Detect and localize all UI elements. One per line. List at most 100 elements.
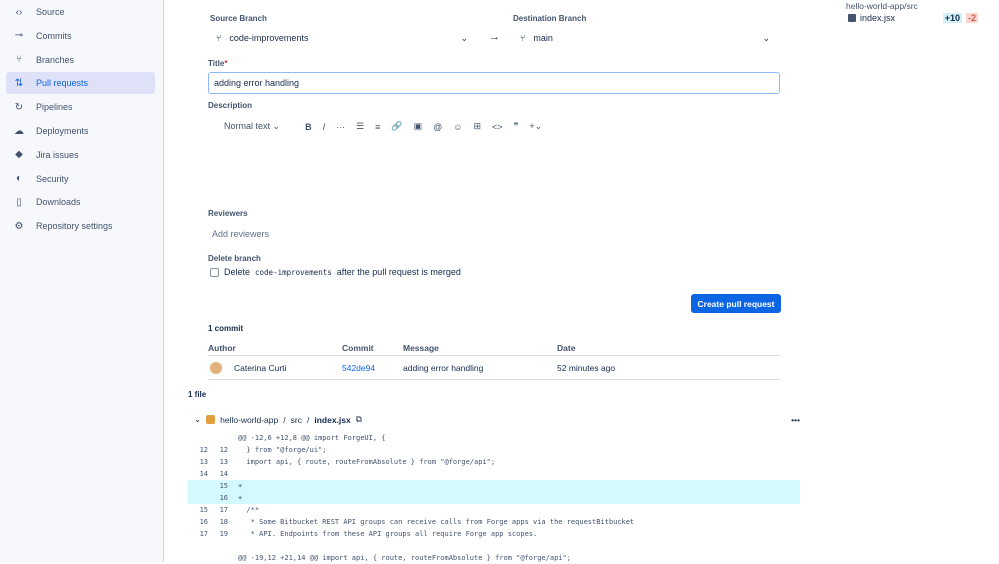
source-branch-select[interactable]: ⑂ code-improvements ⌄: [216, 28, 468, 48]
reviewers-input[interactable]: Add reviewers: [208, 225, 780, 243]
sidebar-item-branches[interactable]: ⑂ Branches: [6, 49, 155, 71]
file-icon: [848, 14, 856, 22]
toolbar-button-0[interactable]: Normal text ⌄: [224, 121, 280, 132]
commit-count: 1 commit: [208, 324, 244, 333]
title-value: adding error handling: [214, 78, 300, 88]
code-line: 15 +: [188, 480, 800, 492]
line-text: @@ -19,12 +21,14 @@ import api, { route,…: [238, 554, 571, 562]
old-line-number: 14: [199, 470, 208, 478]
code-line: 17 19 * API. Endpoints from these API gro…: [188, 528, 800, 540]
sidebar-item-label: Branches: [36, 54, 75, 65]
toolbar-button-8[interactable]: @: [433, 122, 442, 132]
title-label: Title*: [208, 59, 228, 68]
sidebar-item-label: Jira issues: [36, 149, 79, 160]
path-file: index.jsx: [314, 414, 351, 425]
delete-branch-checkbox[interactable]: [210, 267, 219, 277]
line-text: } from "@forge/ui";: [238, 446, 327, 454]
toolbar-button-12[interactable]: ❞: [514, 121, 519, 132]
sidebar-item-pull-requests[interactable]: ⇅ Pull requests: [6, 72, 155, 95]
line-text: @@ -12,6 +12,8 @@ import ForgeUI, {: [238, 434, 386, 442]
line-text: import api, { route, routeFromAbsolute }…: [238, 458, 496, 466]
destination-branch-select[interactable]: ⑂ main ⌄: [520, 28, 770, 48]
sidebar-item-commits[interactable]: ⊸ Commits: [6, 25, 155, 47]
tree-folder[interactable]: hello-world-app/src: [846, 1, 918, 11]
file-header: ⌄ hello-world-app / src / index.jsx ⧉ •••: [194, 414, 800, 425]
line-text: +: [238, 482, 243, 490]
new-line-number: 18: [219, 518, 228, 526]
sidebar-item-pipelines[interactable]: ↻ Pipelines: [6, 96, 155, 118]
commit-author: Caterina Curti: [234, 363, 287, 373]
source-branch-label: Source Branch: [210, 14, 267, 23]
sidebar-item-label: Pull requests: [36, 78, 89, 89]
avatar: [210, 362, 222, 374]
sidebar-item-deployments[interactable]: ☁ Deployments: [6, 120, 155, 142]
sidebar-item-label: Source: [36, 7, 65, 17]
shield-icon: ◐: [15, 173, 23, 185]
code-line: 15 17 /**: [188, 504, 800, 516]
toolbar-button-6[interactable]: 🔗: [391, 121, 402, 132]
toolbar-button-5[interactable]: ≡: [375, 122, 380, 132]
branch-icon: ⑂: [520, 33, 526, 43]
toolbar-button-9[interactable]: ☺: [453, 122, 462, 132]
branch-icon: ⑂: [16, 54, 22, 66]
code-line: 16 18 * Some Bitbucket REST API groups ca…: [188, 516, 800, 528]
more-actions-button[interactable]: •••: [791, 415, 800, 425]
new-line-number: 19: [219, 530, 228, 538]
new-line-number: 13: [219, 458, 228, 466]
tree-file[interactable]: index.jsx +10 -2: [848, 13, 978, 23]
new-line-number: 16: [219, 494, 228, 502]
chevron-down-icon[interactable]: ⌄: [194, 414, 201, 425]
code-line: 14 14: [188, 468, 800, 480]
toolbar-button-4[interactable]: ☰: [356, 121, 364, 132]
destination-branch-label: Destination Branch: [513, 14, 587, 23]
pipelines-icon: ↻: [14, 101, 24, 113]
sidebar-item-downloads[interactable]: ▯ Downloads: [6, 191, 155, 213]
line-text: * Some Bitbucket REST API groups can rec…: [238, 518, 635, 526]
toolbar-button-1[interactable]: B: [305, 122, 312, 132]
main: Source Branch ⑂ code-improvements ⌄ → Dest…: [164, 0, 999, 562]
toolbar-button-7[interactable]: ▣: [414, 121, 423, 132]
reviewers-label: Reviewers: [208, 209, 248, 218]
diff-view: @@ -12,6 +12,8 @@ import ForgeUI, { 12 12 …: [188, 432, 800, 564]
sidebar-item-security[interactable]: ◐ Security: [6, 168, 155, 190]
file-modified-icon: [206, 415, 216, 424]
delete-branch-name: code-improvements: [255, 267, 332, 277]
file-count: 1 file: [188, 390, 207, 399]
code-line: 12 12 } from "@forge/ui";: [188, 444, 800, 456]
old-line-number: 17: [199, 530, 208, 538]
toolbar-button-10[interactable]: ⊞: [474, 121, 482, 132]
toolbar-button-13[interactable]: +⌄: [529, 121, 542, 132]
col-author: Author: [208, 343, 236, 353]
sidebar-item-jira-issues[interactable]: ◆ Jira issues: [6, 144, 155, 166]
commit-icon: ⊸: [14, 30, 24, 42]
editor-toolbar: Normal text ⌄ B I ··· ☰ ≡ 🔗 ▣ @ ☺ ⊞ <> ❞ +⌄: [224, 121, 542, 132]
tree-file-name: index.jsx: [860, 13, 896, 23]
sidebar-item-repository-settings[interactable]: ⚙ Repository settings: [6, 215, 155, 237]
table-row: [208, 355, 780, 380]
title-input[interactable]: adding error handling: [208, 72, 780, 94]
file-tree: hello-world-app/src index.jsx +10 -2: [836, 0, 979, 40]
code-line: 13 13 import api, { route, routeFromAbsol…: [188, 456, 800, 468]
branch-icon: ⑂: [216, 33, 222, 43]
sidebar: ‹› Source ⊸ Commits ⑂ Branches ⇅ Pull requests ↻…: [0, 0, 164, 562]
old-line-number: 13: [199, 458, 208, 466]
path-repo: hello-world-app: [220, 414, 279, 425]
commit-hash-link[interactable]: 542de94: [342, 363, 375, 373]
toolbar-button-2[interactable]: I: [323, 122, 326, 132]
delete-text-after: after the pull request is merged: [336, 267, 461, 277]
file-icon: ▯: [16, 196, 22, 208]
sidebar-item-label: Deployments: [36, 126, 89, 136]
create-pull-request-button[interactable]: Create pull request: [691, 294, 781, 313]
col-commit: Commit: [342, 343, 374, 353]
toolbar-button-3[interactable]: ···: [336, 122, 345, 132]
old-line-number: 15: [199, 506, 208, 514]
copy-icon[interactable]: ⧉: [356, 414, 362, 425]
destination-branch-value: main: [533, 33, 553, 43]
sidebar-item-label: Pipelines: [36, 102, 73, 113]
description-editor[interactable]: [208, 138, 780, 202]
toolbar-button-11[interactable]: <>: [492, 122, 503, 132]
delete-branch-option: Delete code-improvements after the pull …: [210, 267, 461, 277]
new-line-number: 14: [219, 470, 228, 478]
sidebar-item-source[interactable]: ‹› Source: [6, 1, 155, 23]
sidebar-item-label: Downloads: [36, 197, 81, 208]
